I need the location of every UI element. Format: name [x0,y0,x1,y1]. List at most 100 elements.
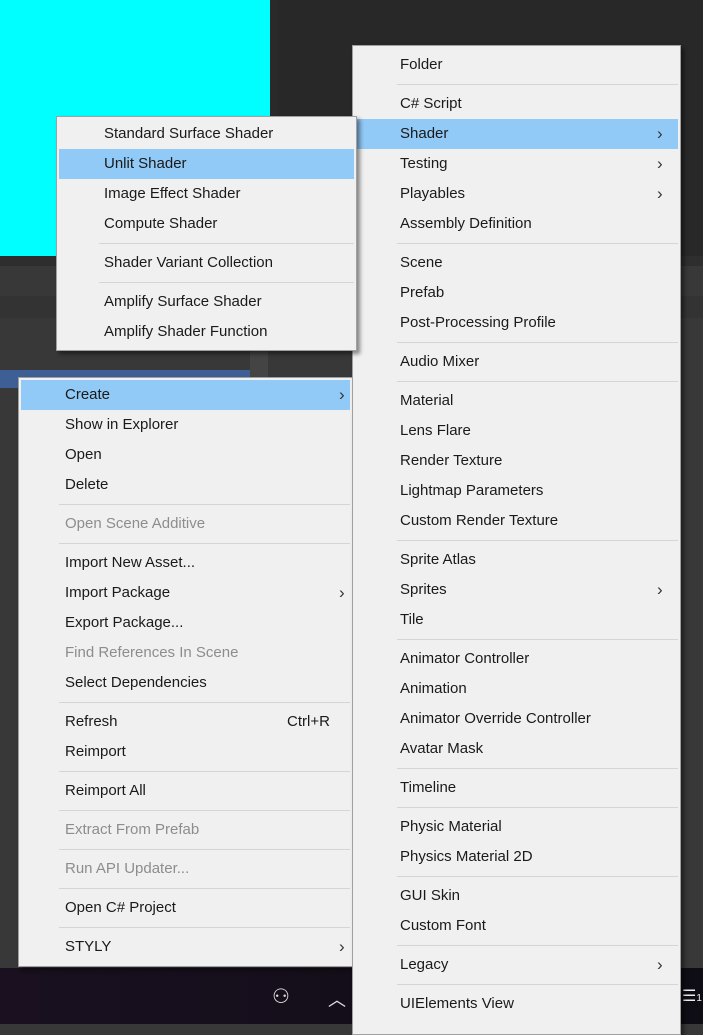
menu-item-post-processing-profile[interactable]: Post-Processing Profile [355,308,678,338]
menu-separator [59,810,350,811]
menu-item-extract-from-prefab: Extract From Prefab [21,815,350,845]
menu-item-animation[interactable]: Animation [355,674,678,704]
menu-item-reimport[interactable]: Reimport [21,737,350,767]
menu-item-import-package[interactable]: Import Package › [21,578,350,608]
menu-item-label: Legacy [400,956,449,973]
menu-item-label: Shader Variant Collection [104,254,273,271]
menu-item-styly[interactable]: STYLY › [21,932,350,962]
shortcut-label: Ctrl+R [287,713,330,730]
chevron-right-icon: › [339,583,345,602]
menu-item-label: Post-Processing Profile [400,314,556,331]
menu-item-label: Import New Asset... [65,554,196,571]
menu-item-label: Sprite Atlas [400,551,476,568]
menu-item-sprites[interactable]: Sprites › [355,575,678,605]
menu-item-shader[interactable]: Shader › [355,119,678,149]
menu-item-assembly-definition[interactable]: Assembly Definition [355,209,678,239]
notification-icon[interactable]: ☰1 [682,986,702,1006]
menu-item-tile[interactable]: Tile [355,605,678,635]
menu-item-physic-material[interactable]: Physic Material [355,812,678,842]
menu-item-amplify-surface-shader[interactable]: Amplify Surface Shader [59,287,354,317]
notification-count: 1 [696,993,702,1004]
menu-item-label: Assembly Definition [400,215,532,232]
menu-item-custom-font[interactable]: Custom Font [355,911,678,941]
menu-item-import-new-asset[interactable]: Import New Asset... [21,548,350,578]
menu-item-label: UIElements View [400,995,514,1012]
menu-item-legacy[interactable]: Legacy › [355,950,678,980]
menu-item-standard-surface-shader[interactable]: Standard Surface Shader [59,119,354,149]
chevron-right-icon: › [339,385,345,404]
menu-item-lens-flare[interactable]: Lens Flare [355,416,678,446]
menu-item-label: Tile [400,611,424,628]
menu-item-refresh[interactable]: Refresh Ctrl+R [21,707,350,737]
menu-separator [397,984,678,985]
menu-item-label: Shader [400,125,449,142]
menu-item-material[interactable]: Material [355,386,678,416]
menu-separator [397,540,678,541]
menu-item-label: Image Effect Shader [104,185,241,202]
menu-item-open-c-project[interactable]: Open C# Project [21,893,350,923]
menu-item-physics-material-2d[interactable]: Physics Material 2D [355,842,678,872]
menu-separator [397,243,678,244]
menu-separator [397,876,678,877]
menu-item-export-package[interactable]: Export Package... [21,608,350,638]
menu-item-label: Refresh [65,713,118,730]
menu-item-c-script[interactable]: C# Script [355,89,678,119]
menu-separator [59,543,350,544]
menu-item-prefab[interactable]: Prefab [355,278,678,308]
menu-separator [59,888,350,889]
menu-item-create[interactable]: Create › [21,380,350,410]
menu-item-scene[interactable]: Scene [355,248,678,278]
menu-item-testing[interactable]: Testing › [355,149,678,179]
menu-item-find-references-in-scene: Find References In Scene [21,638,350,668]
menu-item-label: Amplify Shader Function [104,323,268,340]
menu-item-select-dependencies[interactable]: Select Dependencies [21,668,350,698]
chevron-right-icon: › [657,580,663,599]
menu-item-uielements-view[interactable]: UIElements View [355,989,678,1019]
menu-item-label: Physic Material [400,818,502,835]
menu-item-animator-override-controller[interactable]: Animator Override Controller [355,704,678,734]
menu-separator [59,504,350,505]
menu-item-image-effect-shader[interactable]: Image Effect Shader [59,179,354,209]
menu-item-label: Render Texture [400,452,503,469]
menu-item-playables[interactable]: Playables › [355,179,678,209]
menu-item-open[interactable]: Open [21,440,350,470]
menu-separator [99,243,354,244]
menu-item-label: Open Scene Additive [65,515,206,532]
menu-item-label: Animator Controller [400,650,530,667]
menu-separator [397,639,678,640]
menu-item-sprite-atlas[interactable]: Sprite Atlas [355,545,678,575]
menu-item-label: Compute Shader [104,215,218,232]
menu-item-label: Lightmap Parameters [400,482,544,499]
menu-separator [397,381,678,382]
menu-item-audio-mixer[interactable]: Audio Mixer [355,347,678,377]
menu-item-gui-skin[interactable]: GUI Skin [355,881,678,911]
menu-item-show-in-explorer[interactable]: Show in Explorer [21,410,350,440]
menu-item-label: Testing [400,155,448,172]
menu-item-folder[interactable]: Folder [355,50,678,80]
menu-item-shader-variant-collection[interactable]: Shader Variant Collection [59,248,354,278]
menu-item-timeline[interactable]: Timeline [355,773,678,803]
menu-item-custom-render-texture[interactable]: Custom Render Texture [355,506,678,536]
chevron-right-icon: › [657,955,663,974]
chevron-up-icon[interactable]: ︿ [328,986,346,1012]
menu-item-reimport-all[interactable]: Reimport All [21,776,350,806]
menu-item-amplify-shader-function[interactable]: Amplify Shader Function [59,317,354,347]
menu-item-label: Amplify Surface Shader [104,293,262,310]
people-icon[interactable]: ⚇ [272,984,290,1009]
menu-item-label: C# Script [400,95,462,112]
menu-item-label: Create [65,386,111,403]
menu-item-unlit-shader[interactable]: Unlit Shader [59,149,354,179]
menu-item-label: Audio Mixer [400,353,480,370]
menu-item-label: Standard Surface Shader [104,125,274,142]
menu-separator [397,84,678,85]
menu-item-label: Find References In Scene [65,644,239,661]
menu-item-avatar-mask[interactable]: Avatar Mask [355,734,678,764]
menu-item-render-texture[interactable]: Render Texture [355,446,678,476]
menu-item-compute-shader[interactable]: Compute Shader [59,209,354,239]
menu-item-delete[interactable]: Delete [21,470,350,500]
menu-item-label: Run API Updater... [65,860,190,877]
menu-item-lightmap-parameters[interactable]: Lightmap Parameters [355,476,678,506]
menu-item-label: Extract From Prefab [65,821,200,838]
menu-item-label: GUI Skin [400,887,461,904]
menu-item-animator-controller[interactable]: Animator Controller [355,644,678,674]
